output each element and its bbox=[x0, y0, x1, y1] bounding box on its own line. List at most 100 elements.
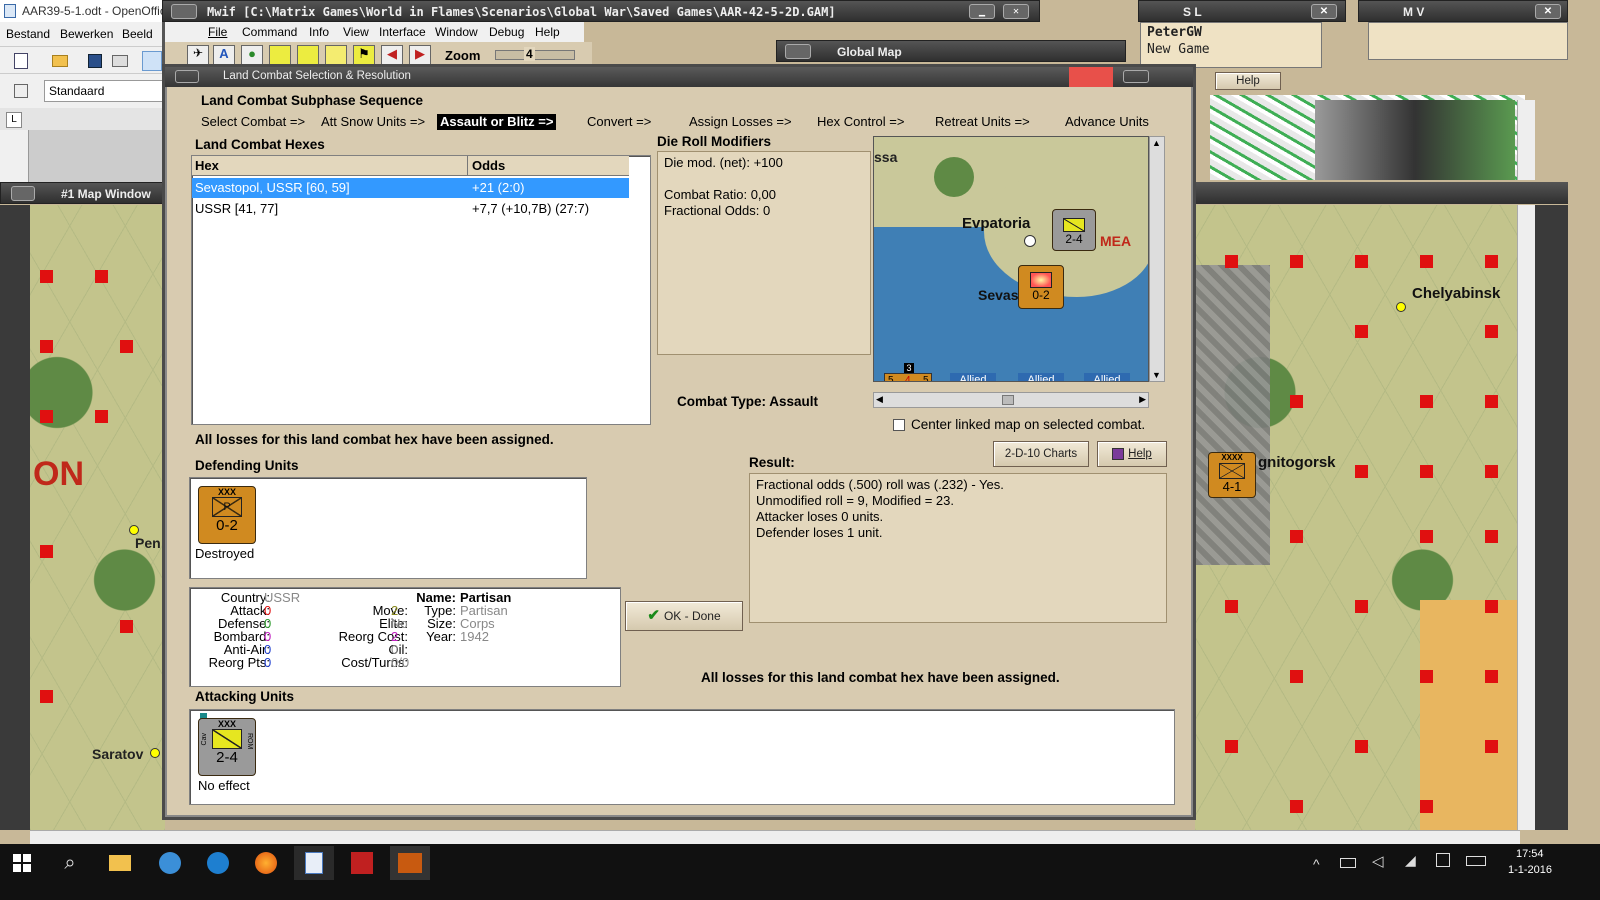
volume-icon[interactable]: ◁ bbox=[1372, 852, 1384, 870]
flag-icon[interactable]: ⚑ bbox=[353, 45, 375, 65]
bottom-scrollbar[interactable] bbox=[30, 830, 1520, 844]
global-map-dark bbox=[1315, 100, 1515, 180]
attacker-counter[interactable]: 2-4 bbox=[1052, 209, 1096, 251]
minimap-vscroll[interactable]: ▲ ▼ bbox=[1149, 136, 1165, 382]
col-odds[interactable]: Odds bbox=[469, 156, 505, 176]
game-icon-1[interactable] bbox=[342, 846, 382, 880]
map-window-titlebar[interactable]: #1 Map Window bbox=[0, 182, 165, 204]
zoom-slider[interactable]: 4 bbox=[495, 47, 575, 61]
plane-icon[interactable]: ✈ bbox=[187, 45, 209, 65]
sl-window-titlebar[interactable]: S L ✕ bbox=[1138, 0, 1346, 22]
menu-file[interactable]: File bbox=[208, 22, 227, 42]
mv-window-titlebar[interactable]: M V ✕ bbox=[1358, 0, 1568, 22]
right-map-titlebar[interactable] bbox=[1195, 182, 1568, 204]
air-icon[interactable]: A bbox=[213, 45, 235, 65]
tray-chevron-icon[interactable]: ^ bbox=[1313, 856, 1320, 872]
start-windows-icon[interactable] bbox=[2, 846, 42, 880]
scroll-up-icon[interactable]: ▲ bbox=[1152, 138, 1161, 148]
clock-date[interactable]: 1-1-2016 bbox=[1508, 864, 1552, 876]
battery-icon[interactable] bbox=[1340, 858, 1356, 868]
close-icon[interactable]: ✕ bbox=[1311, 4, 1337, 19]
menu-beeld[interactable]: Beeld bbox=[122, 24, 153, 44]
clock-time[interactable]: 17:54 bbox=[1516, 848, 1544, 860]
allied-tab[interactable]: Allied bbox=[1084, 373, 1130, 381]
window-menu-icon[interactable] bbox=[785, 44, 811, 59]
open-folder-icon[interactable] bbox=[52, 55, 68, 67]
allied-tab[interactable]: Allied bbox=[1018, 373, 1064, 381]
menu-debug[interactable]: Debug bbox=[489, 22, 524, 42]
left-scroll-track[interactable] bbox=[0, 205, 30, 830]
global-map-titlebar[interactable]: Global Map bbox=[776, 40, 1126, 62]
light-icon[interactable] bbox=[325, 45, 347, 65]
styles-icon[interactable] bbox=[14, 84, 28, 98]
center-map-label[interactable]: Center linked map on selected combat. bbox=[911, 417, 1145, 432]
forward-arrow-icon[interactable]: ▶ bbox=[409, 45, 431, 65]
document-page[interactable] bbox=[28, 130, 170, 182]
firefox-icon[interactable] bbox=[246, 846, 286, 880]
allied-tab[interactable]: Allied bbox=[950, 373, 996, 381]
tab-stop-icon[interactable]: L bbox=[6, 112, 22, 128]
app-icon-1[interactable] bbox=[150, 846, 190, 880]
menu-bestand[interactable]: Bestand bbox=[6, 24, 50, 44]
paragraph-style-select[interactable]: Standaard bbox=[44, 80, 170, 102]
minimap-hscroll[interactable]: ◀ ▶ bbox=[873, 392, 1149, 408]
combat-minimap[interactable]: ssa Evpatoria MEA Sevas 2-4 0-2 3 5 4 5 … bbox=[873, 136, 1149, 382]
mwif-icon[interactable] bbox=[390, 846, 430, 880]
charts-button[interactable]: 2-D-10 Charts bbox=[993, 441, 1089, 467]
edit-icon[interactable] bbox=[112, 55, 128, 67]
scroll-thumb[interactable] bbox=[1002, 395, 1014, 405]
writer-icon[interactable] bbox=[294, 846, 334, 880]
save-icon[interactable] bbox=[88, 54, 102, 68]
search-icon[interactable]: ⌕ bbox=[50, 846, 90, 880]
defending-unit-counter[interactable]: XXX P 0-2 bbox=[198, 486, 256, 544]
close-icon[interactable]: ✕ bbox=[1003, 4, 1029, 19]
left-map[interactable] bbox=[30, 205, 165, 830]
file-explorer-icon[interactable] bbox=[100, 846, 140, 880]
dialog-titlebar[interactable]: Land Combat Selection & Resolution bbox=[165, 67, 1193, 87]
main-window-titlebar[interactable]: Mwif [C:\Matrix Games\World in Flames\Sc… bbox=[162, 0, 1040, 22]
network-icon[interactable]: ◢ bbox=[1405, 852, 1416, 869]
openoffice-window: AAR39-5-1.odt - OpenOffic Bestand Bewerk… bbox=[0, 0, 170, 182]
menu-window[interactable]: Window bbox=[435, 22, 478, 42]
app-icon-2[interactable] bbox=[198, 846, 238, 880]
window-menu-icon[interactable] bbox=[171, 4, 197, 19]
col-hex[interactable]: Hex bbox=[192, 156, 468, 176]
notifications-icon[interactable] bbox=[1436, 853, 1450, 867]
new-document-icon[interactable] bbox=[14, 53, 28, 69]
menu-interface[interactable]: Interface bbox=[379, 22, 426, 42]
scroll-right-icon[interactable]: ▶ bbox=[1139, 394, 1146, 405]
global-map-scrollbar[interactable] bbox=[1517, 100, 1535, 180]
menu-command[interactable]: Command bbox=[242, 22, 297, 42]
menu-info[interactable]: Info bbox=[309, 22, 329, 42]
scroll-down-icon[interactable]: ▼ bbox=[1152, 370, 1161, 380]
table-row[interactable]: Sevastopol, USSR [60, 59] +21 (2:0) bbox=[192, 178, 629, 198]
map-unit-counter[interactable]: XXXX 4-1 bbox=[1208, 452, 1256, 498]
stack-icon[interactable] bbox=[297, 45, 319, 65]
center-map-checkbox[interactable] bbox=[893, 419, 905, 431]
help-button[interactable]: Help bbox=[1097, 441, 1167, 467]
attacking-unit-counter[interactable]: XXX Cav ROM 2-4 bbox=[198, 718, 256, 776]
window-menu-icon[interactable] bbox=[175, 70, 199, 83]
edit-file-icon[interactable] bbox=[142, 51, 162, 71]
sequence-title: Land Combat Subphase Sequence bbox=[201, 93, 424, 108]
minimize-icon[interactable]: ▁ bbox=[969, 4, 995, 19]
keyboard-icon[interactable] bbox=[1466, 856, 1486, 866]
ok-done-button[interactable]: ✔ OK - Done bbox=[625, 601, 743, 631]
dialog-close-icon[interactable] bbox=[1069, 67, 1113, 87]
naval-icon[interactable]: ● bbox=[241, 45, 263, 65]
right-scrollbar[interactable] bbox=[1517, 205, 1535, 830]
close-icon[interactable]: ✕ bbox=[1535, 4, 1561, 19]
back-arrow-icon[interactable]: ◀ bbox=[381, 45, 403, 65]
menu-help[interactable]: Help bbox=[535, 22, 560, 42]
table-row[interactable]: USSR [41, 77] +7,7 (+10,7B) (27:7) bbox=[192, 199, 629, 219]
menu-view[interactable]: View bbox=[343, 22, 369, 42]
maximize-icon[interactable] bbox=[1123, 70, 1149, 83]
menu-bewerken[interactable]: Bewerken bbox=[60, 24, 113, 44]
global-map-help-button[interactable]: Help bbox=[1215, 72, 1281, 90]
scroll-left-icon[interactable]: ◀ bbox=[876, 394, 883, 405]
stack-values[interactable]: 5 4 5 bbox=[884, 373, 932, 381]
openoffice-stylebar: Standaard bbox=[0, 78, 170, 104]
defender-counter[interactable]: 0-2 bbox=[1018, 265, 1064, 309]
window-menu-icon[interactable] bbox=[11, 186, 35, 201]
unit-icon[interactable] bbox=[269, 45, 291, 65]
